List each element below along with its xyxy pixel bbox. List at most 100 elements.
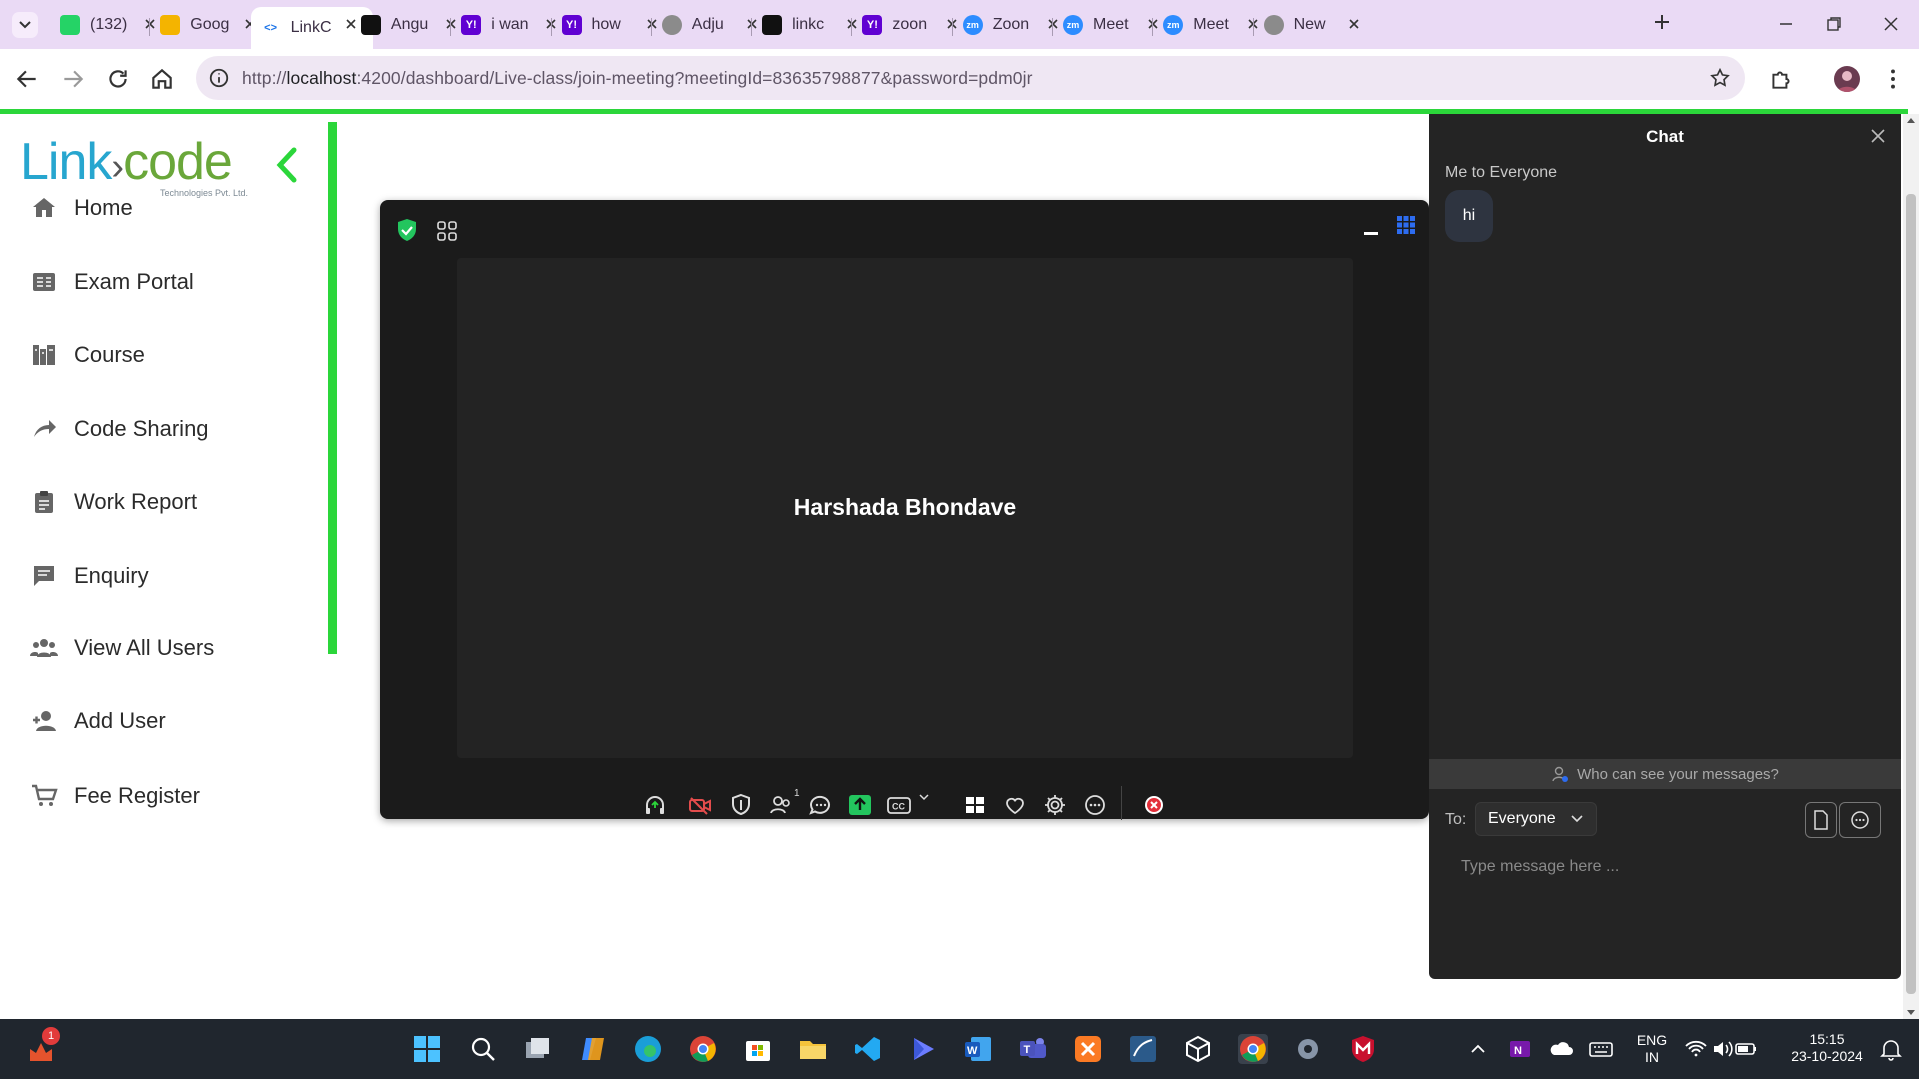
settings-button[interactable] — [1042, 792, 1068, 818]
grid-view-icon[interactable] — [1396, 215, 1416, 235]
copilot-app[interactable] — [578, 1034, 608, 1064]
address-bar[interactable]: http://localhost:4200/dashboard/Live-cla… — [196, 56, 1745, 100]
sidebar-item-exam-portal[interactable]: Exam Portal — [28, 262, 194, 302]
bookmark-star-icon[interactable] — [1709, 67, 1731, 89]
start-button[interactable] — [412, 1034, 442, 1064]
onenote-tray-icon[interactable]: N — [1508, 1034, 1532, 1064]
keyboard-tray-icon[interactable] — [1588, 1034, 1614, 1064]
browser-tab[interactable]: New — [1254, 7, 1376, 43]
view-layout-button[interactable] — [962, 792, 988, 818]
vscode-app[interactable] — [853, 1034, 883, 1064]
clock[interactable]: 15:15 23-10-2024 — [1782, 1031, 1872, 1065]
scroll-up-icon[interactable] — [1907, 116, 1915, 124]
close-tab-icon[interactable] — [1346, 16, 1362, 32]
teams-app[interactable]: T — [1018, 1034, 1048, 1064]
home-icon — [152, 68, 172, 89]
video-toggle-button[interactable] — [687, 792, 713, 818]
captions-button[interactable]: CC — [886, 792, 912, 818]
notifications-button[interactable] — [1878, 1034, 1904, 1064]
sidebar-collapse-button[interactable] — [270, 144, 304, 186]
xampp-app[interactable] — [1073, 1034, 1103, 1064]
gear-icon — [1298, 1039, 1318, 1059]
sidebar-item-label: View All Users — [74, 635, 215, 660]
mcafee-app[interactable] — [1348, 1034, 1378, 1064]
minimize-window-button[interactable] — [1774, 12, 1798, 36]
task-view-button[interactable] — [523, 1034, 553, 1064]
onedrive-tray-icon[interactable] — [1548, 1034, 1574, 1064]
attach-file-button[interactable] — [1805, 802, 1837, 838]
encryption-shield-icon[interactable] — [396, 218, 418, 242]
minimize-meeting-icon[interactable] — [1362, 222, 1380, 238]
close-window-button[interactable] — [1879, 12, 1903, 36]
profile-avatar[interactable] — [1834, 66, 1860, 92]
home-button[interactable] — [149, 66, 175, 92]
globe-icon — [1263, 15, 1284, 35]
mysql-workbench-app[interactable] — [1128, 1034, 1158, 1064]
sidebar-item-course[interactable]: Course — [28, 335, 145, 375]
recipient-label: To: — [1445, 811, 1467, 828]
sidebar-item-add-user[interactable]: Add User — [28, 701, 166, 741]
word-app[interactable]: W — [963, 1034, 993, 1064]
participants-button[interactable]: 1 — [768, 788, 800, 818]
heart-icon — [1006, 797, 1024, 815]
chat-message-input[interactable] — [1445, 851, 1903, 883]
chrome-app[interactable] — [688, 1034, 718, 1064]
tab-title: Goog — [190, 16, 230, 33]
search-button[interactable] — [468, 1034, 498, 1064]
restore-window-button[interactable] — [1822, 12, 1846, 36]
more-horizontal-icon — [1851, 811, 1869, 829]
edge-app[interactable] — [633, 1034, 663, 1064]
sidebar-item-view-all-users[interactable]: View All Users — [28, 628, 214, 668]
sidebar-item-code-sharing[interactable]: Code Sharing — [28, 409, 209, 449]
captions-options-button[interactable] — [918, 792, 930, 818]
settings-app[interactable] — [1293, 1034, 1323, 1064]
sidebar-item-fee-register[interactable]: Fee Register — [28, 776, 200, 816]
message-visibility-hint[interactable]: Who can see your messages? — [1429, 759, 1901, 789]
close-chat-button[interactable] — [1869, 127, 1887, 145]
google-classroom-icon — [160, 15, 181, 35]
recipient-select[interactable]: Everyone — [1475, 802, 1597, 836]
forward-button[interactable] — [60, 66, 86, 92]
chat-message-bubble[interactable]: hi — [1445, 190, 1493, 242]
sidebar-item-label: Work Report — [74, 489, 198, 514]
participant-video-tile[interactable]: Harshada Bhondave — [457, 258, 1353, 758]
tab-separator — [450, 18, 452, 36]
extensions-button[interactable] — [1768, 66, 1794, 92]
quick-settings-button[interactable] — [1684, 1034, 1758, 1064]
store-app[interactable] — [743, 1034, 773, 1064]
sidebar-item-home[interactable]: Home — [28, 188, 133, 228]
sidebar-item-work-report[interactable]: Work Report — [28, 482, 197, 522]
scrollbar-thumb[interactable] — [1906, 194, 1916, 994]
virtualbox-app[interactable] — [1183, 1034, 1213, 1064]
chat-more-button[interactable] — [1839, 802, 1881, 838]
reload-icon — [109, 70, 127, 88]
reactions-button[interactable] — [1002, 792, 1028, 818]
notification-app-icon[interactable]: 1 — [26, 1027, 60, 1063]
share-screen-button[interactable] — [847, 792, 873, 818]
share-screen-icon — [849, 795, 871, 815]
page-scrollbar[interactable] — [1903, 114, 1919, 1019]
tray-overflow-button[interactable] — [1468, 1034, 1488, 1064]
chat-button[interactable] — [807, 792, 833, 818]
more-options-button[interactable] — [1082, 792, 1108, 818]
message-icon — [28, 562, 60, 590]
audio-button[interactable] — [642, 792, 668, 818]
gallery-view-icon[interactable] — [436, 220, 458, 242]
back-button[interactable] — [14, 66, 40, 92]
tab-search-button[interactable] — [12, 12, 38, 38]
file-explorer-app[interactable] — [798, 1034, 828, 1064]
sidebar-item-label: Exam Portal — [74, 269, 194, 294]
leave-meeting-button[interactable] — [1141, 792, 1167, 818]
power-automate-app[interactable] — [908, 1034, 938, 1064]
scroll-down-icon[interactable] — [1907, 1009, 1915, 1017]
security-button[interactable] — [728, 792, 754, 818]
chrome-profile-app[interactable] — [1238, 1034, 1268, 1064]
new-tab-button[interactable] — [1650, 10, 1674, 34]
sidebar-item-enquiry[interactable]: Enquiry — [28, 556, 149, 596]
github-icon — [762, 15, 783, 35]
site-info-icon[interactable] — [208, 67, 230, 89]
notification-badge: 1 — [42, 1027, 60, 1045]
browser-menu-button[interactable] — [1880, 66, 1906, 92]
input-language-indicator[interactable]: ENG IN — [1632, 1032, 1672, 1066]
reload-button[interactable] — [105, 66, 131, 92]
